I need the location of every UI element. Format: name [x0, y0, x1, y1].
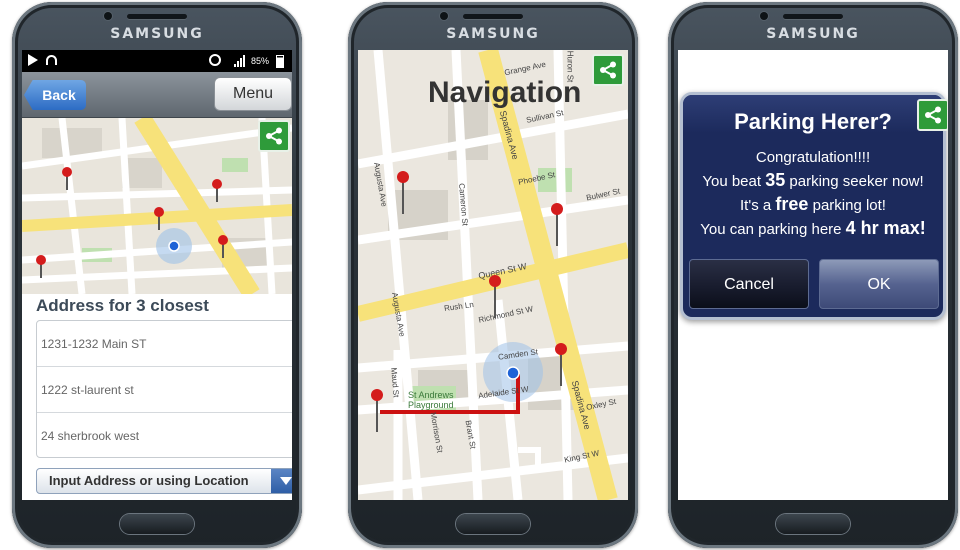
- address-list: 1231-1232 Main ST 1222 st-laurent st 24 …: [36, 320, 292, 458]
- share-button[interactable]: [592, 54, 624, 86]
- screen-address-finder: 85% Back Menu Address for 3 closest 1231…: [22, 50, 292, 500]
- text-fragment: parking seeker now!: [785, 173, 924, 190]
- screen-navigation: Grange Ave Huron St Sullivan St Spadina …: [358, 50, 628, 500]
- speaker-grille: [463, 14, 523, 19]
- dropdown-arrow-icon[interactable]: [271, 469, 292, 493]
- map-pin-icon[interactable]: [396, 170, 410, 214]
- battery-icon: [276, 55, 284, 68]
- map-pin-icon[interactable]: [60, 166, 74, 190]
- phone-frame-left: SAMSUNG 85% Back Menu Address for 3 clos…: [12, 2, 302, 548]
- list-item[interactable]: 24 sherbrook west: [37, 413, 292, 459]
- camera-icon: [104, 12, 112, 20]
- map-pin-icon[interactable]: [34, 254, 48, 278]
- signal-icon: [234, 55, 245, 67]
- speaker-grille: [783, 14, 843, 19]
- seeker-count: 35: [765, 170, 786, 190]
- select-label: Input Address or using Location: [49, 473, 249, 488]
- screen-parking-dialog: Parking Herer? Congratulation!!!! You be…: [678, 50, 948, 500]
- share-icon: [600, 61, 616, 79]
- list-item[interactable]: 1231-1232 Main ST: [37, 321, 292, 367]
- top-toolbar: Back Menu: [22, 72, 292, 118]
- headset-icon: [46, 55, 57, 65]
- camera-icon: [440, 12, 448, 20]
- text-fragment: parking lot!: [808, 197, 886, 214]
- address-source-select[interactable]: Input Address or using Location: [36, 468, 292, 494]
- location-dot-icon: [168, 240, 180, 252]
- text-fragment: It's a: [740, 197, 776, 214]
- beat-line: You beat 35 parking seeker now!: [683, 169, 943, 193]
- phone-frame-right: SAMSUNG Parking Herer? Congratulation!!!…: [668, 2, 958, 548]
- map-pin-icon[interactable]: [488, 274, 502, 318]
- phone-frame-middle: SAMSUNG Grange Ave Huron St Sullivan St …: [348, 2, 638, 548]
- max-time: 4 hr max!: [845, 218, 926, 238]
- dialog-message: Congratulation!!!! You beat 35 parking s…: [683, 147, 943, 241]
- text-fragment: You can parking here: [700, 221, 846, 238]
- map-pin-icon[interactable]: [216, 234, 230, 258]
- parking-dialog: Parking Herer? Congratulation!!!! You be…: [680, 92, 948, 320]
- back-button[interactable]: Back: [24, 80, 86, 110]
- congrats-line: Congratulation!!!!: [755, 149, 871, 166]
- brand-logo: SAMSUNG: [110, 26, 204, 42]
- map-view[interactable]: [22, 118, 292, 294]
- map-pin-icon[interactable]: [554, 342, 568, 386]
- ok-button[interactable]: OK: [819, 259, 939, 309]
- share-icon: [925, 106, 941, 124]
- status-bar: 85%: [22, 50, 292, 72]
- speaker-grille: [127, 14, 187, 19]
- text-fragment: You beat: [702, 173, 766, 190]
- home-button[interactable]: [456, 514, 530, 534]
- navigation-map[interactable]: Grange Ave Huron St Sullivan St Spadina …: [358, 50, 628, 500]
- location-dot-icon: [506, 366, 520, 380]
- menu-button[interactable]: Menu: [214, 77, 292, 111]
- list-item[interactable]: 1222 st-laurent st: [37, 367, 292, 413]
- map-pin-icon[interactable]: [550, 202, 564, 246]
- map-pin-icon[interactable]: [370, 388, 384, 432]
- home-button[interactable]: [120, 514, 194, 534]
- cancel-button[interactable]: Cancel: [689, 259, 809, 309]
- battery-percent: 85%: [251, 56, 270, 66]
- share-button[interactable]: [917, 99, 948, 131]
- time-line: You can parking here 4 hr max!: [683, 217, 943, 241]
- share-icon: [266, 127, 282, 145]
- page-title: Navigation: [428, 76, 582, 109]
- park-label: St Andrews Playground: [408, 390, 454, 410]
- free-line: It's a free parking lot!: [683, 193, 943, 217]
- dialog-title: Parking Herer?: [734, 109, 892, 134]
- brand-logo: SAMSUNG: [766, 26, 860, 42]
- camera-icon: [760, 12, 768, 20]
- map-pin-icon[interactable]: [152, 206, 166, 230]
- play-icon: [28, 54, 38, 66]
- brand-logo: SAMSUNG: [446, 26, 540, 42]
- share-button[interactable]: [258, 120, 290, 152]
- home-button[interactable]: [776, 514, 850, 534]
- alarm-icon: [209, 54, 221, 66]
- free-label: free: [775, 194, 809, 214]
- closest-addresses-title: Address for 3 closest: [36, 296, 209, 315]
- map-pin-icon[interactable]: [210, 178, 224, 202]
